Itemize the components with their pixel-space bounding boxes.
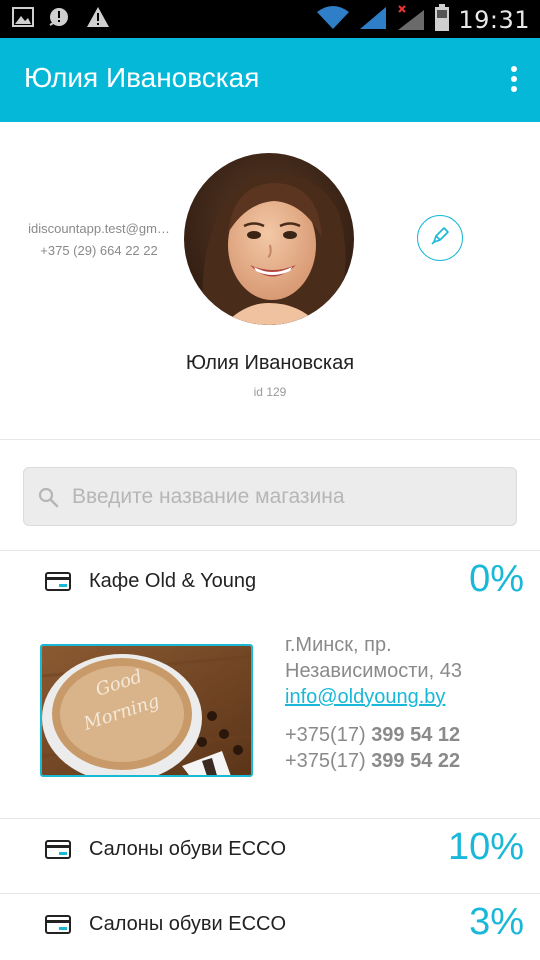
store-row[interactable]: Салоны обуви ECCO 3% — [0, 893, 540, 960]
card-icon — [45, 840, 71, 864]
profile-section: idiscountapp.test@gm… +375 (29) 664 22 2… — [0, 122, 540, 440]
edit-profile-button[interactable] — [417, 215, 463, 261]
pencil-icon — [429, 225, 451, 251]
battery-icon — [434, 4, 450, 36]
store-name: Кафе Old & Young — [89, 570, 257, 592]
store-discount: 10% — [447, 826, 524, 868]
store-detail: Good Morning г.Минск, пр. Независимости,… — [0, 620, 540, 820]
app-bar-title: Юлия Ивановская — [24, 62, 260, 93]
store-image[interactable]: Good Morning — [40, 644, 253, 777]
signal-no-data-icon — [396, 4, 426, 36]
sync-alert-icon — [48, 6, 72, 32]
avatar[interactable] — [184, 153, 354, 325]
status-time: 19:31 — [458, 6, 530, 34]
search-icon — [38, 487, 60, 513]
store-discount: 0% — [469, 558, 524, 600]
store-email-link[interactable]: info@oldyoung.by — [285, 686, 445, 709]
store-discount: 3% — [469, 901, 524, 943]
image-icon — [12, 6, 34, 32]
status-bar: 19:31 — [0, 0, 540, 38]
store-row[interactable]: Кафе Old & Young 0% — [0, 550, 540, 620]
profile-id: id 129 — [253, 385, 287, 399]
store-phones: +375(17) 399 54 12 +375(17) 399 54 22 — [285, 722, 460, 774]
store-phone[interactable]: +375(17) 399 54 22 — [285, 748, 460, 774]
overflow-menu-icon[interactable] — [508, 66, 520, 96]
contact-info: idiscountapp.test@gm… +375 (29) 664 22 2… — [14, 218, 184, 262]
store-address: г.Минск, пр. Независимости, 43 — [285, 634, 462, 682]
profile-phone: +375 (29) 664 22 22 — [40, 243, 158, 258]
app-bar: Юлия Ивановская — [0, 38, 540, 122]
search-box[interactable] — [23, 467, 517, 526]
card-icon — [45, 915, 71, 939]
profile-email: idiscountapp.test@gm… — [28, 221, 170, 236]
signal-icon — [358, 5, 388, 35]
store-row[interactable]: Салоны обуви ECCO 10% — [0, 818, 540, 888]
wifi-icon — [316, 6, 350, 34]
profile-name: Юлия Ивановская — [185, 352, 355, 374]
store-name: Салоны обуви ECCO — [89, 913, 287, 935]
store-name: Салоны обуви ECCO — [89, 838, 287, 860]
card-icon — [45, 572, 71, 596]
warning-icon — [86, 6, 110, 32]
store-phone[interactable]: +375(17) 399 54 12 — [285, 722, 460, 748]
search-input[interactable] — [70, 468, 510, 525]
